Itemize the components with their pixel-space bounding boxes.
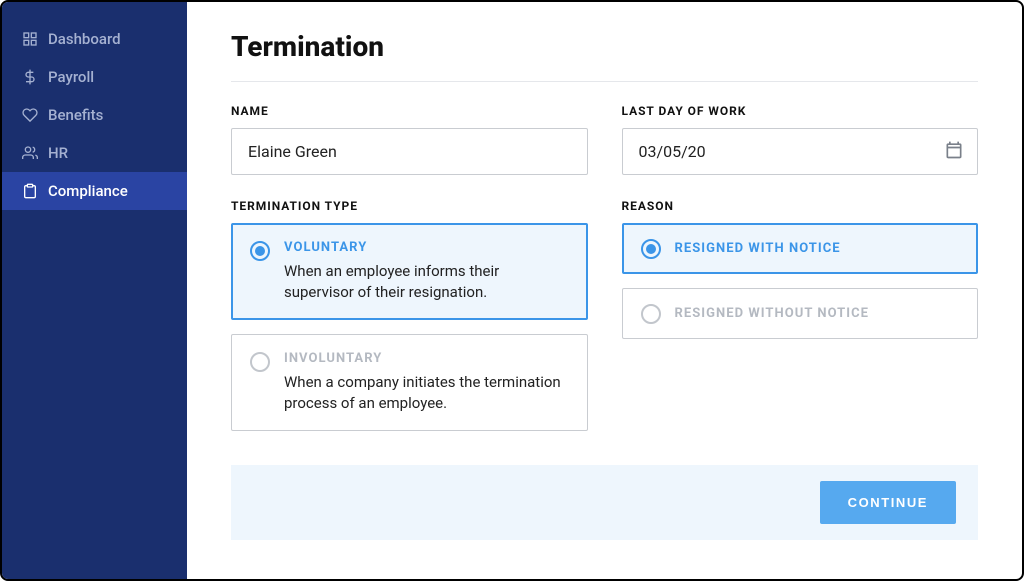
reason-label: REASON	[622, 199, 979, 213]
app-container: Dashboard Payroll Benefits HR Compliance	[0, 0, 1024, 581]
radio-icon	[641, 239, 661, 259]
option-content: INVOLUNTARY When a company initiates the…	[284, 351, 569, 414]
option-title: VOLUNTARY	[284, 240, 569, 255]
option-title: RESIGNED WITHOUT NOTICE	[675, 306, 870, 321]
option-title: RESIGNED WITH NOTICE	[675, 241, 841, 256]
heart-icon	[22, 107, 38, 123]
field-name: NAME	[231, 104, 588, 175]
sidebar-item-label: HR	[48, 144, 68, 162]
page-title: Termination	[231, 30, 978, 63]
name-label: NAME	[231, 104, 588, 118]
form-grid: NAME LAST DAY OF WORK TERMINATION TYPE	[231, 104, 978, 445]
sidebar-item-label: Payroll	[48, 68, 94, 86]
last-day-input[interactable]	[622, 128, 979, 175]
dashboard-icon	[22, 31, 38, 47]
name-input[interactable]	[231, 128, 588, 175]
radio-icon	[250, 352, 270, 372]
divider	[231, 81, 978, 82]
termination-type-label: TERMINATION TYPE	[231, 199, 588, 213]
sidebar: Dashboard Payroll Benefits HR Compliance	[2, 2, 187, 579]
field-termination-type: TERMINATION TYPE VOLUNTARY When an emplo…	[231, 199, 588, 445]
radio-icon	[250, 241, 270, 261]
sidebar-item-benefits[interactable]: Benefits	[2, 96, 187, 134]
footer-bar: CONTINUE	[231, 465, 978, 540]
sidebar-item-label: Dashboard	[48, 30, 121, 48]
option-content: VOLUNTARY When an employee informs their…	[284, 240, 569, 303]
option-title: INVOLUNTARY	[284, 351, 569, 366]
continue-button[interactable]: CONTINUE	[820, 481, 956, 524]
sidebar-item-payroll[interactable]: Payroll	[2, 58, 187, 96]
option-desc: When a company initiates the termination…	[284, 372, 569, 414]
sidebar-item-compliance[interactable]: Compliance	[2, 172, 187, 210]
field-reason: REASON RESIGNED WITH NOTICE RESIGNED WIT…	[622, 199, 979, 445]
users-icon	[22, 145, 38, 161]
main-content: Termination NAME LAST DAY OF WORK TERMIN…	[187, 2, 1022, 579]
sidebar-item-label: Benefits	[48, 106, 103, 124]
dollar-icon	[22, 69, 38, 85]
clipboard-icon	[22, 183, 38, 199]
date-wrapper	[622, 128, 979, 175]
sidebar-item-dashboard[interactable]: Dashboard	[2, 20, 187, 58]
last-day-label: LAST DAY OF WORK	[622, 104, 979, 118]
sidebar-item-label: Compliance	[48, 182, 128, 200]
radio-icon	[641, 304, 661, 324]
termination-option-involuntary[interactable]: INVOLUNTARY When a company initiates the…	[231, 334, 588, 431]
option-desc: When an employee informs their superviso…	[284, 261, 569, 303]
reason-option-without-notice[interactable]: RESIGNED WITHOUT NOTICE	[622, 288, 979, 339]
sidebar-item-hr[interactable]: HR	[2, 134, 187, 172]
reason-option-with-notice[interactable]: RESIGNED WITH NOTICE	[622, 223, 979, 274]
calendar-icon[interactable]	[944, 140, 964, 164]
termination-option-voluntary[interactable]: VOLUNTARY When an employee informs their…	[231, 223, 588, 320]
field-last-day: LAST DAY OF WORK	[622, 104, 979, 175]
